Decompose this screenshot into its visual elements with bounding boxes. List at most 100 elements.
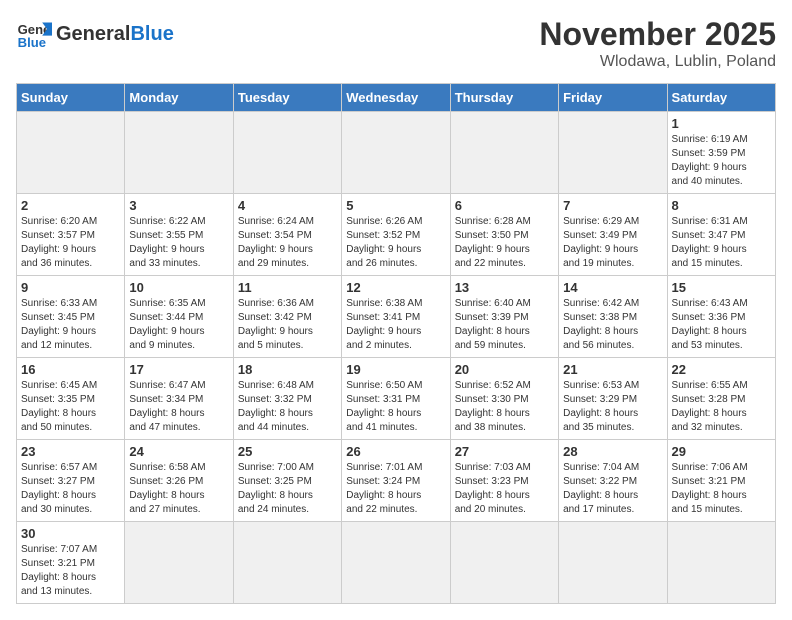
calendar-cell: 24Sunrise: 6:58 AMSunset: 3:26 PMDayligh… xyxy=(125,440,233,522)
day-info: Sunrise: 7:07 AMSunset: 3:21 PMDaylight:… xyxy=(21,543,120,599)
day-info: Sunrise: 6:29 AMSunset: 3:49 PMDaylight:… xyxy=(563,215,662,271)
calendar-cell: 10Sunrise: 6:35 AMSunset: 3:44 PMDayligh… xyxy=(125,276,233,358)
day-number: 30 xyxy=(21,526,120,541)
svg-text:Blue: Blue xyxy=(18,35,46,50)
weekday-header-saturday: Saturday xyxy=(667,84,775,112)
calendar-cell: 17Sunrise: 6:47 AMSunset: 3:34 PMDayligh… xyxy=(125,358,233,440)
weekday-header-thursday: Thursday xyxy=(450,84,558,112)
weekday-header-sunday: Sunday xyxy=(17,84,125,112)
calendar-cell: 14 Sunrise: 6:42 AMSunset: 3:38 PMDayligh… xyxy=(559,276,667,358)
day-info: Sunrise: 6:31 AMSunset: 3:47 PMDaylight:… xyxy=(672,215,771,271)
calendar-cell: 4 Sunrise: 6:24 AMSunset: 3:54 PMDaylight… xyxy=(233,194,341,276)
calendar-cell xyxy=(559,522,667,604)
day-number: 14 xyxy=(563,280,662,295)
calendar-cell: 12 Sunrise: 6:38 AMSunset: 3:41 PMDayligh… xyxy=(342,276,450,358)
day-number: 28 xyxy=(563,444,662,459)
day-info: Sunrise: 6:47 AMSunset: 3:34 PMDaylight:… xyxy=(129,379,228,435)
calendar-cell: 22 Sunrise: 6:55 AMSunset: 3:28 PMDayligh… xyxy=(667,358,775,440)
calendar-cell xyxy=(667,522,775,604)
day-number: 16 xyxy=(21,362,120,377)
day-info: Sunrise: 6:45 AMSunset: 3:35 PMDaylight:… xyxy=(21,379,120,435)
day-info: Sunrise: 7:03 AMSunset: 3:23 PMDaylight:… xyxy=(455,461,554,517)
calendar-cell: 3Sunrise: 6:22 AMSunset: 3:55 PMDaylight… xyxy=(125,194,233,276)
day-info: Sunrise: 6:20 AMSunset: 3:57 PMDaylight:… xyxy=(21,215,120,271)
calendar-cell xyxy=(559,112,667,194)
calendar-cell xyxy=(342,112,450,194)
calendar-cell: 28 Sunrise: 7:04 AMSunset: 3:22 PMDayligh… xyxy=(559,440,667,522)
calendar-cell xyxy=(125,112,233,194)
day-number: 22 xyxy=(672,362,771,377)
title-block: November 2025 Wlodawa, Lublin, Poland xyxy=(539,16,776,71)
calendar-cell: 15 Sunrise: 6:43 AMSunset: 3:36 PMDayligh… xyxy=(667,276,775,358)
calendar-cell: 2 Sunrise: 6:20 AMSunset: 3:57 PMDaylight… xyxy=(17,194,125,276)
day-info: Sunrise: 7:01 AMSunset: 3:24 PMDaylight:… xyxy=(346,461,445,517)
day-number: 29 xyxy=(672,444,771,459)
logo-general-text: General xyxy=(56,23,130,45)
calendar-cell xyxy=(233,112,341,194)
generalblue-logo-icon: General Blue xyxy=(16,16,52,52)
day-number: 7 xyxy=(563,198,662,213)
day-number: 5 xyxy=(346,198,445,213)
day-info: Sunrise: 6:19 AMSunset: 3:59 PMDaylight:… xyxy=(672,133,771,189)
day-info: Sunrise: 6:28 AMSunset: 3:50 PMDaylight:… xyxy=(455,215,554,271)
calendar-cell: 16 Sunrise: 6:45 AMSunset: 3:35 PMDayligh… xyxy=(17,358,125,440)
calendar-cell: 30 Sunrise: 7:07 AMSunset: 3:21 PMDayligh… xyxy=(17,522,125,604)
calendar-cell: 7 Sunrise: 6:29 AMSunset: 3:49 PMDaylight… xyxy=(559,194,667,276)
day-number: 21 xyxy=(563,362,662,377)
calendar-cell: 27 Sunrise: 7:03 AMSunset: 3:23 PMDayligh… xyxy=(450,440,558,522)
calendar-cell: 13 Sunrise: 6:40 AMSunset: 3:39 PMDayligh… xyxy=(450,276,558,358)
day-number: 11 xyxy=(238,280,337,295)
day-number: 12 xyxy=(346,280,445,295)
calendar-cell xyxy=(450,522,558,604)
day-number: 27 xyxy=(455,444,554,459)
weekday-header-friday: Friday xyxy=(559,84,667,112)
day-number: 20 xyxy=(455,362,554,377)
day-info: Sunrise: 6:53 AMSunset: 3:29 PMDaylight:… xyxy=(563,379,662,435)
day-info: Sunrise: 6:43 AMSunset: 3:36 PMDaylight:… xyxy=(672,297,771,353)
day-number: 6 xyxy=(455,198,554,213)
day-info: Sunrise: 6:42 AMSunset: 3:38 PMDaylight:… xyxy=(563,297,662,353)
day-number: 23 xyxy=(21,444,120,459)
calendar-cell: 29 Sunrise: 7:06 AMSunset: 3:21 PMDayligh… xyxy=(667,440,775,522)
calendar-cell: 6 Sunrise: 6:28 AMSunset: 3:50 PMDaylight… xyxy=(450,194,558,276)
day-info: Sunrise: 6:55 AMSunset: 3:28 PMDaylight:… xyxy=(672,379,771,435)
day-info: Sunrise: 6:26 AMSunset: 3:52 PMDaylight:… xyxy=(346,215,445,271)
day-number: 24 xyxy=(129,444,228,459)
day-info: Sunrise: 6:40 AMSunset: 3:39 PMDaylight:… xyxy=(455,297,554,353)
weekday-header-monday: Monday xyxy=(125,84,233,112)
calendar-cell: 19 Sunrise: 6:50 AMSunset: 3:31 PMDayligh… xyxy=(342,358,450,440)
day-info: Sunrise: 6:24 AMSunset: 3:54 PMDaylight:… xyxy=(238,215,337,271)
calendar-cell: 20 Sunrise: 6:52 AMSunset: 3:30 PMDayligh… xyxy=(450,358,558,440)
calendar-cell: 21 Sunrise: 6:53 AMSunset: 3:29 PMDayligh… xyxy=(559,358,667,440)
day-number: 8 xyxy=(672,198,771,213)
day-info: Sunrise: 6:52 AMSunset: 3:30 PMDaylight:… xyxy=(455,379,554,435)
day-number: 13 xyxy=(455,280,554,295)
day-number: 1 xyxy=(672,116,771,131)
calendar-cell: 25 Sunrise: 7:00 AMSunset: 3:25 PMDayligh… xyxy=(233,440,341,522)
day-info: Sunrise: 7:00 AMSunset: 3:25 PMDaylight:… xyxy=(238,461,337,517)
header: General Blue GeneralBlue November 2025 W… xyxy=(16,16,776,71)
day-info: Sunrise: 6:33 AMSunset: 3:45 PMDaylight:… xyxy=(21,297,120,353)
calendar-cell: 8 Sunrise: 6:31 AMSunset: 3:47 PMDaylight… xyxy=(667,194,775,276)
calendar-cell: 9Sunrise: 6:33 AMSunset: 3:45 PMDaylight… xyxy=(17,276,125,358)
calendar-cell: 26 Sunrise: 7:01 AMSunset: 3:24 PMDayligh… xyxy=(342,440,450,522)
day-number: 15 xyxy=(672,280,771,295)
calendar-cell: 11Sunrise: 6:36 AMSunset: 3:42 PMDayligh… xyxy=(233,276,341,358)
calendar-table: SundayMondayTuesdayWednesdayThursdayFrid… xyxy=(16,83,776,604)
calendar-cell: 5 Sunrise: 6:26 AMSunset: 3:52 PMDaylight… xyxy=(342,194,450,276)
day-number: 4 xyxy=(238,198,337,213)
day-number: 25 xyxy=(238,444,337,459)
day-number: 19 xyxy=(346,362,445,377)
calendar-cell: 1 Sunrise: 6:19 AMSunset: 3:59 PMDaylight… xyxy=(667,112,775,194)
day-number: 2 xyxy=(21,198,120,213)
calendar-cell: 18Sunrise: 6:48 AMSunset: 3:32 PMDayligh… xyxy=(233,358,341,440)
calendar-cell xyxy=(233,522,341,604)
day-info: Sunrise: 6:57 AMSunset: 3:27 PMDaylight:… xyxy=(21,461,120,517)
logo-blue-text: Blue xyxy=(130,23,173,45)
day-info: Sunrise: 6:50 AMSunset: 3:31 PMDaylight:… xyxy=(346,379,445,435)
day-info: Sunrise: 7:04 AMSunset: 3:22 PMDaylight:… xyxy=(563,461,662,517)
logo: General Blue GeneralBlue xyxy=(16,16,174,52)
day-info: Sunrise: 6:38 AMSunset: 3:41 PMDaylight:… xyxy=(346,297,445,353)
day-info: Sunrise: 7:06 AMSunset: 3:21 PMDaylight:… xyxy=(672,461,771,517)
day-number: 26 xyxy=(346,444,445,459)
